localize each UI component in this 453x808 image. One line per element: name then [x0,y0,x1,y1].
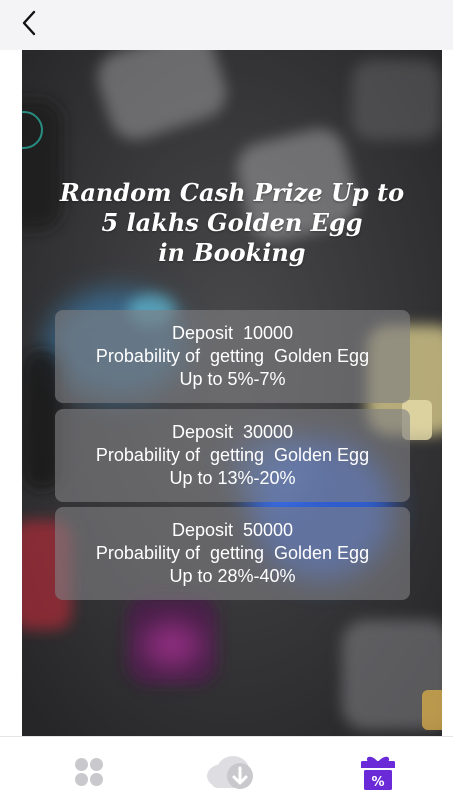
tier-deposit: Deposit 30000 [171,422,294,442]
tier-range: Up to 13%-20% [169,468,296,488]
svg-text:%: % [371,775,384,790]
top-nav-bar [0,0,453,50]
deposit-tier-card-10000: Deposit 10000 Probability of getting Gol… [55,310,410,403]
headline-line-2: 5 lakhs Golden Egg [101,208,363,237]
tab-promotions[interactable]: % [353,747,403,797]
page-gutter-left [0,50,22,736]
deposit-tier-card-50000: Deposit 50000 Probability of getting Gol… [55,507,410,600]
tier-range: Up to 5%-7% [179,369,286,389]
tier-probability: Probability of getting Golden Egg [95,543,370,563]
headline-line-1: Random Cash Prize Up to [59,178,405,207]
tier-deposit: Deposit 50000 [171,520,294,540]
back-button[interactable] [12,6,46,40]
gift-percent-icon: % [361,756,395,790]
tier-range: Up to 28%-40% [169,566,296,586]
promo-headline: Random Cash Prize Up to 5 lakhs Golden E… [22,178,442,268]
page-gutter-right [442,50,453,736]
cloud-download-icon [207,756,253,789]
promo-banner: Random Cash Prize Up to 5 lakhs Golden E… [22,50,442,736]
tier-probability: Probability of getting Golden Egg [95,346,370,366]
tab-download[interactable] [203,747,259,797]
bottom-tab-bar: % [0,736,453,808]
chevron-left-icon [22,10,36,36]
headline-line-3: in Booking [158,238,306,267]
apps-grid-icon [75,758,103,786]
deposit-tier-card-30000: Deposit 30000 Probability of getting Gol… [55,409,410,502]
tier-deposit: Deposit 10000 [171,323,294,343]
tier-probability: Probability of getting Golden Egg [95,445,370,465]
tab-apps[interactable] [64,747,114,797]
